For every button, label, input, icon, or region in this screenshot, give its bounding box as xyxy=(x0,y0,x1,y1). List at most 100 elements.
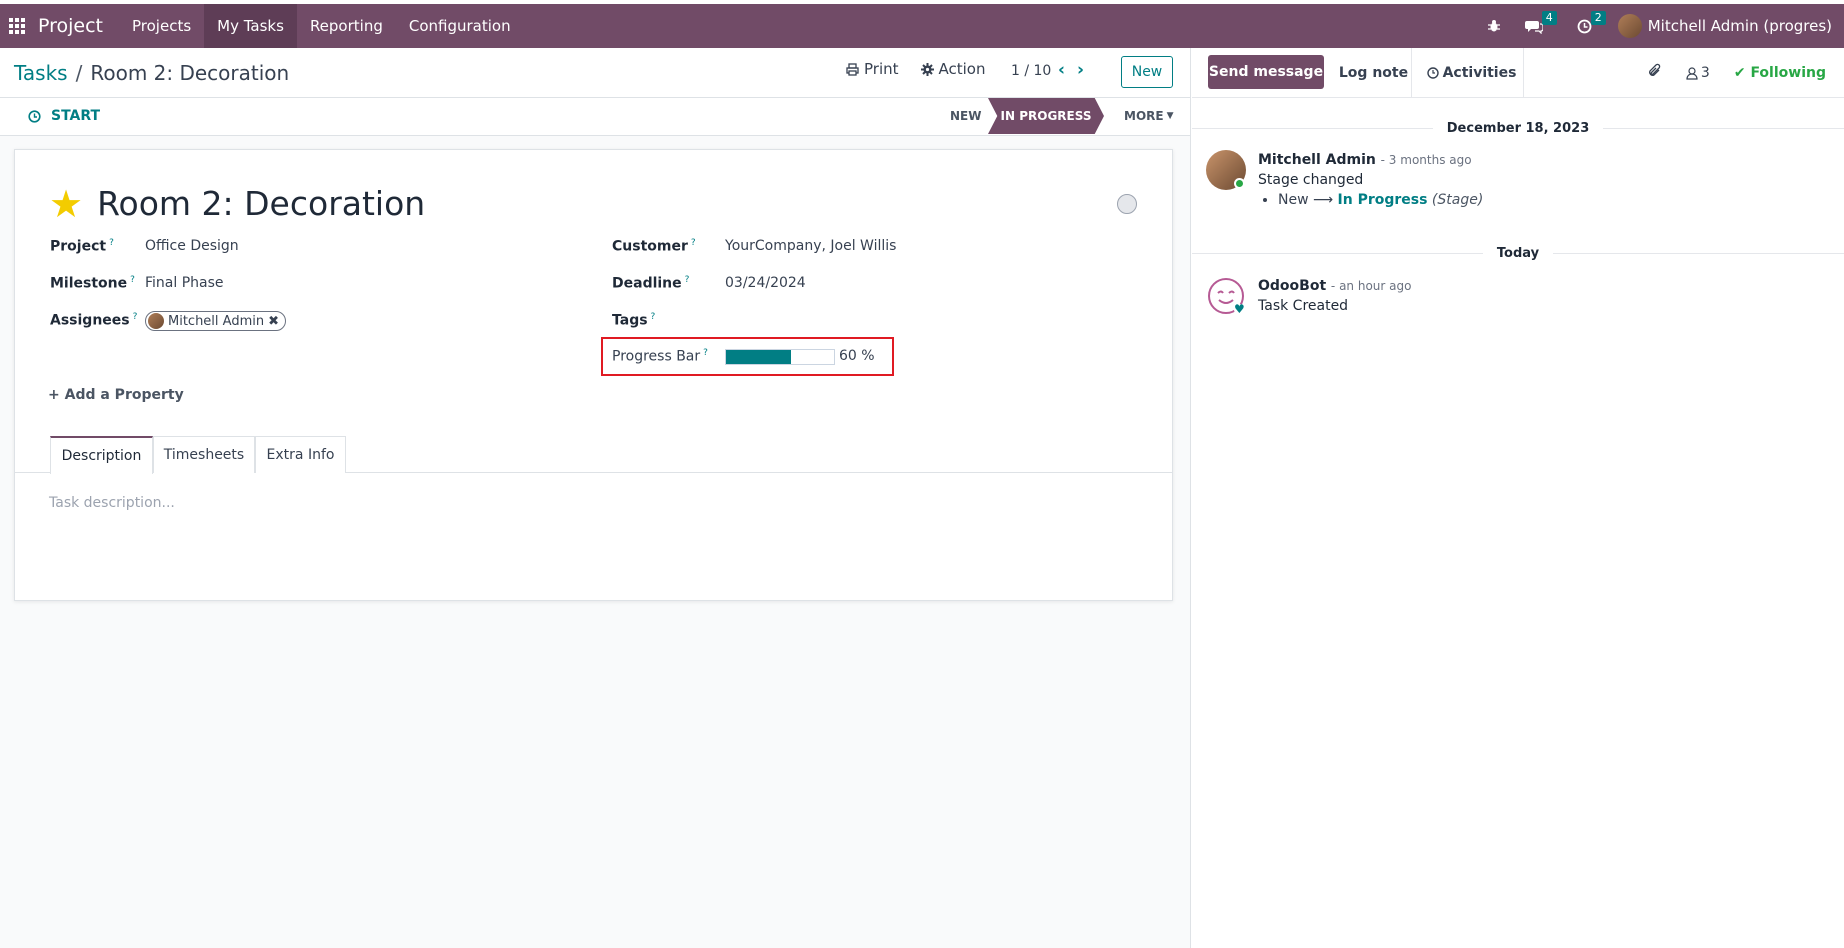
kanban-state-toggle[interactable] xyxy=(1117,194,1137,214)
app-name[interactable]: Project xyxy=(38,15,103,37)
help-icon[interactable]: ? xyxy=(703,348,708,358)
help-icon[interactable]: ? xyxy=(691,238,696,248)
tracked-field: (Stage) xyxy=(1431,192,1484,208)
remove-tag-icon[interactable]: ✖ xyxy=(268,314,279,329)
help-icon[interactable]: ? xyxy=(685,275,690,285)
field-progress: Progress Bar? xyxy=(612,348,708,365)
breadcrumb-separator: / xyxy=(75,61,83,85)
project-label: Project? xyxy=(50,238,114,255)
form-area: Tasks / Room 2: Decoration Print Action 1 … xyxy=(0,48,1191,948)
field-milestone: Milestone? Final Phase xyxy=(50,275,224,292)
tab-extra-info[interactable]: Extra Info xyxy=(255,436,346,473)
message-time: - an hour ago xyxy=(1330,279,1412,293)
activities-button[interactable]: 2 xyxy=(1577,10,1606,34)
start-timer-button[interactable]: START xyxy=(28,108,100,124)
progress-bar-fill xyxy=(726,350,791,364)
clock-icon xyxy=(1577,19,1592,33)
help-icon[interactable]: ? xyxy=(109,238,114,248)
message-author[interactable]: OdooBot xyxy=(1258,278,1326,294)
print-icon xyxy=(846,62,859,76)
field-project: Project? Office Design xyxy=(50,238,239,255)
followers-count: 3 xyxy=(1700,65,1710,81)
paperclip-icon[interactable] xyxy=(1648,63,1662,83)
progress-bar[interactable] xyxy=(725,349,835,365)
start-label: START xyxy=(51,108,101,124)
print-button[interactable]: Print xyxy=(846,60,899,78)
add-property-label: Add a Property xyxy=(64,387,184,403)
action-button[interactable]: Action xyxy=(920,60,986,78)
task-title[interactable]: Room 2: Decoration xyxy=(97,184,425,223)
add-property-button[interactable]: + Add a Property xyxy=(48,387,184,403)
menu-my-tasks[interactable]: My Tasks xyxy=(204,4,297,48)
chat-icon xyxy=(1524,20,1543,34)
menu-configuration[interactable]: Configuration xyxy=(396,4,524,48)
activities-button[interactable]: Activities xyxy=(1420,48,1524,98)
date-separator: Today xyxy=(1192,243,1844,263)
breadcrumb-tasks-link[interactable]: Tasks xyxy=(14,61,68,85)
assignees-label: Assignees? xyxy=(50,312,138,329)
description-editor[interactable]: Task description... xyxy=(49,495,175,511)
app-menu-button[interactable] xyxy=(0,4,34,48)
stage-in-progress[interactable]: IN PROGRESS xyxy=(988,98,1104,134)
pager-previous-icon[interactable]: ‹ xyxy=(1058,60,1065,80)
customer-value[interactable]: YourCompany, Joel Willis xyxy=(725,238,896,254)
help-icon[interactable]: ? xyxy=(130,275,135,285)
following-button[interactable]: ✔ Following xyxy=(1734,65,1826,81)
old-value: New xyxy=(1278,192,1309,208)
followers-button[interactable]: 3 xyxy=(1686,65,1710,81)
caret-down-icon: ▼ xyxy=(1166,111,1174,121)
tab-description[interactable]: Description xyxy=(50,436,153,474)
milestone-value[interactable]: Final Phase xyxy=(145,275,224,291)
field-assignees: Assignees? Mitchell Admin ✖ xyxy=(50,311,287,331)
chatter-topbar: Send message Log note Activities 3 ✔ Fol… xyxy=(1192,48,1844,98)
clock-icon xyxy=(28,109,41,123)
send-message-button[interactable]: Send message xyxy=(1208,55,1324,89)
debug-bug-icon[interactable] xyxy=(1487,19,1501,33)
priority-star-icon[interactable]: ★ xyxy=(49,185,83,223)
assignee-avatar xyxy=(148,313,164,329)
plus-icon: + xyxy=(48,387,60,403)
help-icon[interactable]: ? xyxy=(133,312,138,322)
user-name: Mitchell Admin (progres) xyxy=(1647,17,1832,35)
messages-button[interactable]: 4 xyxy=(1524,10,1557,34)
pager-next-icon[interactable]: › xyxy=(1077,60,1084,80)
action-label: Action xyxy=(938,60,986,78)
messages-badge: 4 xyxy=(1541,10,1557,25)
print-label: Print xyxy=(864,60,899,78)
new-button[interactable]: New xyxy=(1121,56,1173,88)
task-title-row: ★ Room 2: Decoration xyxy=(49,184,425,223)
deadline-value[interactable]: 03/24/2024 xyxy=(725,275,806,291)
heart-icon: ♥ xyxy=(1234,302,1245,316)
progress-value: 60 % xyxy=(839,348,875,364)
field-deadline: Deadline? 03/24/2024 xyxy=(612,275,806,292)
message-time: - 3 months ago xyxy=(1380,153,1472,167)
message-text: Task Created xyxy=(1258,298,1349,314)
notebook-tabs: Description Timesheets Extra Info xyxy=(15,436,1172,474)
assignee-tag[interactable]: Mitchell Admin ✖ xyxy=(145,311,287,331)
help-icon[interactable]: ? xyxy=(651,312,656,322)
stage-more-label: MORE xyxy=(1124,109,1164,123)
pager-value[interactable]: 1 / 10 xyxy=(1011,63,1051,79)
menu-projects[interactable]: Projects xyxy=(119,4,204,48)
deadline-label: Deadline? xyxy=(612,275,690,292)
menu-reporting[interactable]: Reporting xyxy=(297,4,396,48)
apps-grid-icon xyxy=(9,18,25,34)
project-value[interactable]: Office Design xyxy=(145,238,239,254)
stage-new[interactable]: NEW xyxy=(950,98,981,134)
tab-timesheets[interactable]: Timesheets xyxy=(153,436,255,473)
form-sheet: ★ Room 2: Decoration Project? Office Des… xyxy=(14,149,1173,601)
top-navbar: Project Projects My Tasks Reporting Conf… xyxy=(0,4,1844,48)
online-status-icon xyxy=(1234,178,1245,189)
user-icon xyxy=(1686,66,1698,80)
new-value: In Progress xyxy=(1337,192,1428,208)
user-menu[interactable]: Mitchell Admin (progres) xyxy=(1617,14,1832,38)
stage-more-dropdown[interactable]: MORE ▼ xyxy=(1124,98,1174,134)
tags-label: Tags? xyxy=(612,312,656,329)
message-author[interactable]: Mitchell Admin xyxy=(1258,152,1376,168)
field-tags: Tags? xyxy=(612,312,655,329)
assignee-name: Mitchell Admin xyxy=(168,313,265,329)
message-text: Stage changed xyxy=(1258,172,1364,188)
log-note-button[interactable]: Log note xyxy=(1336,48,1412,98)
control-panel: Tasks / Room 2: Decoration Print Action 1 … xyxy=(0,48,1190,98)
activities-badge: 2 xyxy=(1590,10,1606,25)
